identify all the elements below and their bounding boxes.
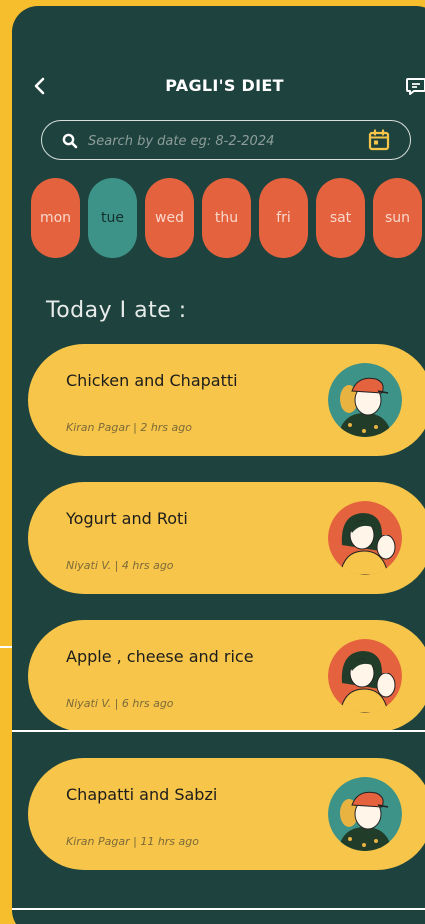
- search-icon: [62, 133, 78, 149]
- girl-avatar: [328, 639, 402, 713]
- girl-avatar: [328, 501, 402, 575]
- top-bar: PAGLI'S DIET: [12, 6, 425, 160]
- day-tab-tue[interactable]: tue: [88, 178, 137, 258]
- meal-card[interactable]: Chicken and Chapatti Kiran Pagar | 2 hrs…: [28, 344, 425, 456]
- day-label: fri: [276, 210, 291, 226]
- day-selector: mon tue wed thu fri sat sun: [12, 178, 425, 258]
- boy-avatar: [328, 363, 402, 437]
- day-label: sat: [329, 210, 352, 226]
- day-tab-wed[interactable]: wed: [145, 178, 194, 258]
- calendar-icon[interactable]: [367, 128, 391, 152]
- meal-title: Chicken and Chapatti: [66, 371, 238, 390]
- day-label: sun: [384, 210, 411, 226]
- day-tab-thu[interactable]: thu: [202, 178, 251, 258]
- meal-meta: Niyati V. | 6 hrs ago: [66, 697, 174, 710]
- meal-title: Chapatti and Sabzi: [66, 785, 218, 804]
- meal-card[interactable]: Apple , cheese and rice Niyati V. | 6 hr…: [28, 620, 425, 732]
- search-input[interactable]: [88, 130, 358, 152]
- meal-meta: Kiran Pagar | 11 hrs ago: [66, 835, 199, 848]
- boy-avatar: [328, 777, 402, 851]
- divider: [12, 730, 425, 732]
- day-tab-fri[interactable]: fri: [259, 178, 308, 258]
- day-tab-mon[interactable]: mon: [31, 178, 80, 258]
- divider: [12, 908, 425, 910]
- day-label: wed: [155, 210, 184, 226]
- meal-meta: Kiran Pagar | 2 hrs ago: [66, 421, 192, 434]
- day-label: thu: [214, 210, 239, 226]
- meal-meta: Niyati V. | 4 hrs ago: [66, 559, 174, 572]
- message-icon[interactable]: [404, 74, 425, 98]
- section-heading: Today I ate :: [46, 298, 187, 323]
- meal-card[interactable]: Yogurt and Roti Niyati V. | 4 hrs ago: [28, 482, 425, 594]
- meal-card[interactable]: Chapatti and Sabzi Kiran Pagar | 11 hrs …: [28, 758, 425, 870]
- day-tab-sun[interactable]: sun: [373, 178, 422, 258]
- day-tab-sat[interactable]: sat: [316, 178, 365, 258]
- day-label: mon: [39, 210, 72, 226]
- day-label: tue: [101, 210, 124, 226]
- app-screen: PAGLI'S DIET mon tue wed thu fri sat sun…: [12, 6, 425, 924]
- meal-title: Yogurt and Roti: [66, 509, 188, 528]
- meal-title: Apple , cheese and rice: [66, 647, 254, 666]
- page-title: PAGLI'S DIET: [165, 76, 284, 95]
- search-bar: [41, 120, 411, 160]
